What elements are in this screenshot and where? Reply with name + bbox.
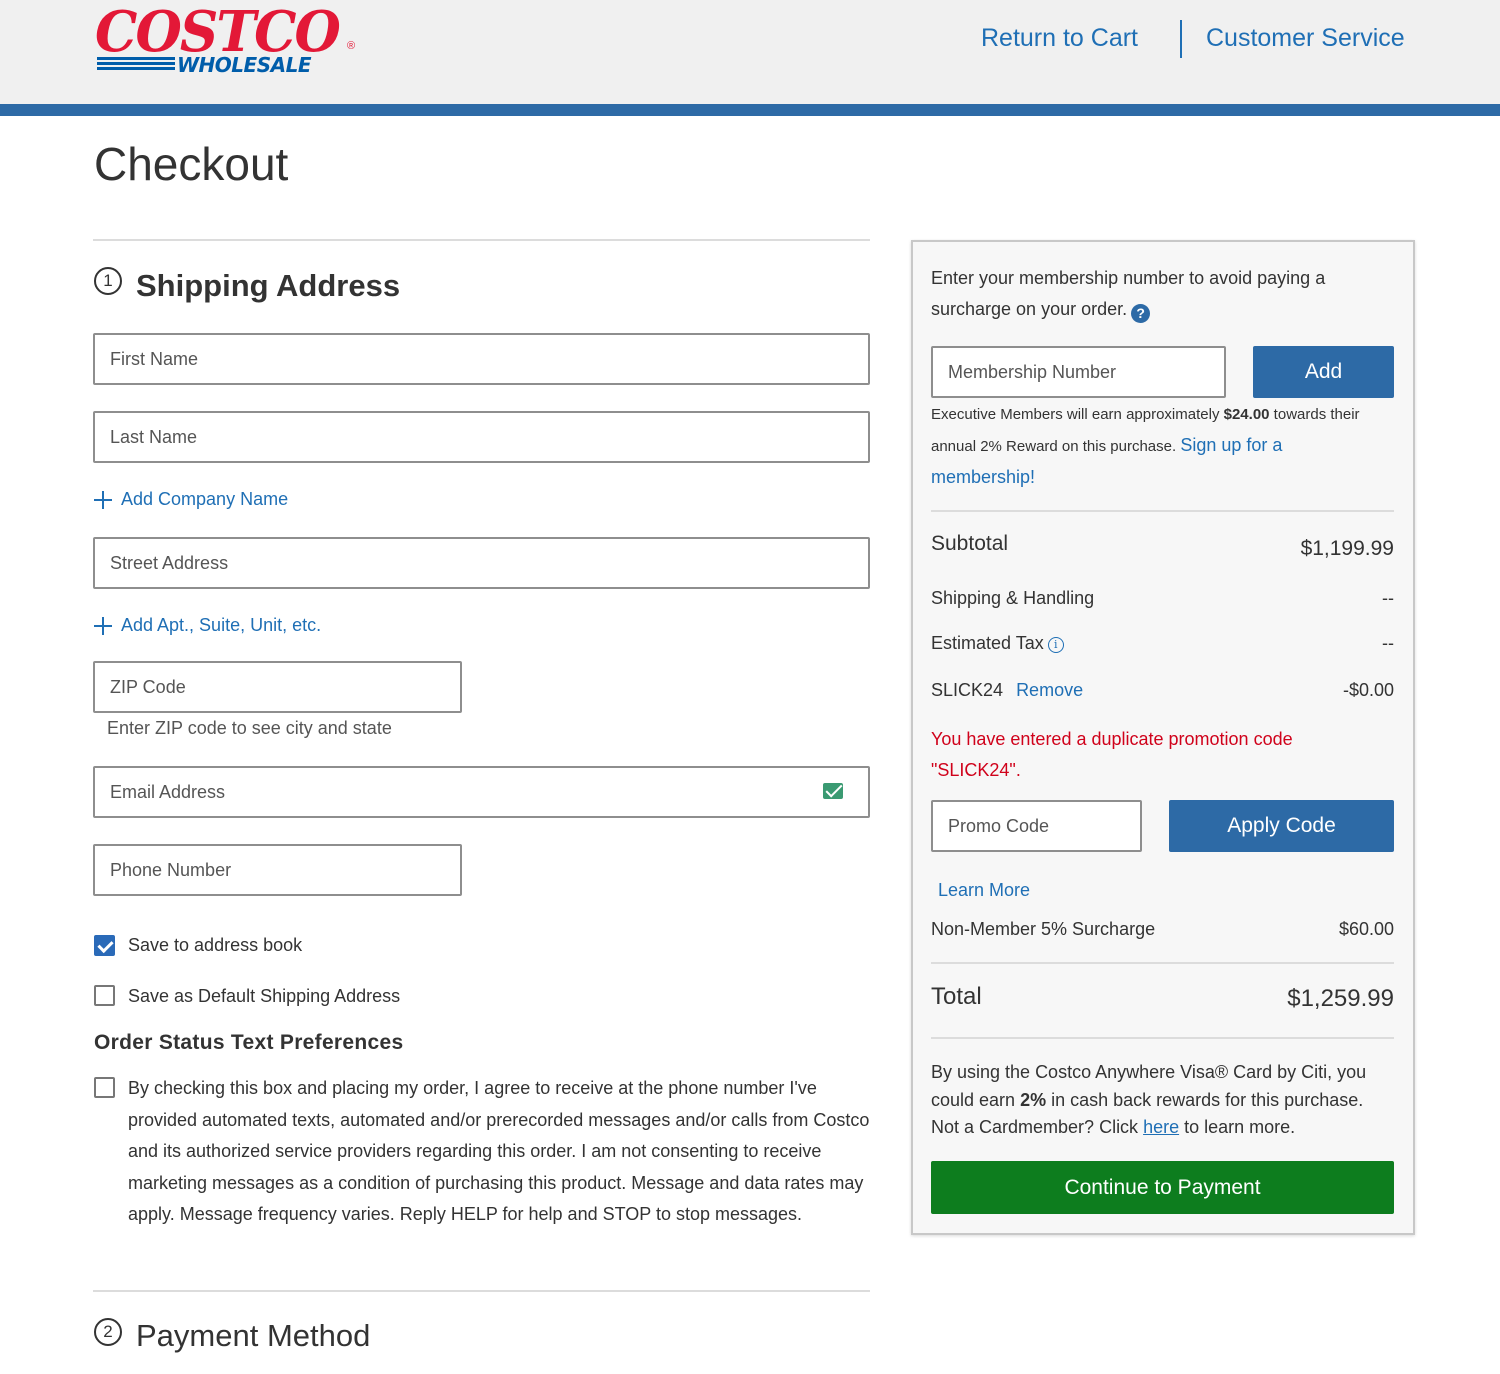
last-name-field[interactable] (93, 411, 870, 463)
apply-code-button[interactable]: Apply Code (1169, 800, 1394, 852)
learn-more-link[interactable]: Learn More (938, 880, 1030, 901)
phone-number-field[interactable] (93, 844, 462, 896)
shipping-handling-label: Shipping & Handling (931, 588, 1095, 608)
header-accent-stripe (0, 104, 1500, 116)
save-default-address-checkbox[interactable] (94, 985, 115, 1006)
info-icon[interactable]: i (1047, 637, 1064, 653)
add-apt-suite-label: Add Apt., Suite, Unit, etc. (121, 615, 322, 635)
summary-divider (931, 1037, 1394, 1039)
logo-stripes (97, 57, 175, 75)
surcharge-label: Non-Member 5% Surcharge (931, 919, 1156, 939)
continue-to-payment-button[interactable]: Continue to Payment (931, 1161, 1394, 1214)
promo-code-field[interactable] (931, 800, 1142, 852)
first-name-field[interactable] (93, 333, 870, 385)
applied-promo-row: SLICK24 Remove (931, 680, 1083, 701)
page-title: Checkout (94, 138, 289, 190)
estimated-tax-value: -- (1382, 633, 1394, 653)
logo-registered-mark: ® (347, 40, 356, 52)
add-company-name-link[interactable]: Add Company Name (93, 489, 288, 510)
logo-sub-text: WHOLESALE (177, 53, 312, 77)
return-to-cart-link[interactable]: Return to Cart (981, 24, 1138, 53)
step-number-2: 2 (94, 1318, 122, 1346)
summary-divider (931, 510, 1394, 512)
executive-member-note: Executive Members will earn approximatel… (931, 400, 1391, 494)
exec-text-1: Executive Members will earn approximatel… (931, 406, 1224, 423)
total-label: Total (931, 983, 982, 1010)
surcharge-value: $60.00 (1338, 919, 1394, 939)
section-divider (93, 239, 870, 241)
nav-divider (1180, 20, 1182, 58)
costco-logo[interactable]: COSTCO WHOLESALE ® (95, 2, 365, 80)
zip-code-field[interactable] (93, 661, 462, 713)
applied-promo-value: -$0.00 (1342, 680, 1394, 700)
membership-prompt: Enter your membership number to avoid pa… (931, 263, 1351, 325)
street-address-field[interactable] (93, 537, 870, 589)
visa-cashback-pct: 2% (1020, 1089, 1047, 1110)
save-address-book-label: Save to address book (128, 935, 303, 955)
remove-promo-link[interactable]: Remove (1016, 680, 1083, 700)
add-membership-button[interactable]: Add (1253, 346, 1394, 398)
summary-divider (931, 962, 1394, 964)
membership-prompt-text: Enter your membership number to avoid pa… (931, 268, 1326, 319)
shipping-address-title: Shipping Address (136, 268, 401, 303)
text-consent-checkbox[interactable] (94, 1077, 115, 1098)
estimated-tax-label: Estimated Tax (931, 633, 1044, 653)
step-number-1: 1 (94, 267, 122, 295)
membership-number-field[interactable] (931, 346, 1226, 398)
save-address-book-checkbox[interactable] (94, 935, 115, 956)
email-verified-icon (823, 783, 843, 799)
citi-visa-promo: By using the Costco Anywhere Visa® Card … (931, 1059, 1391, 1142)
promo-error-message: You have entered a duplicate promotion c… (931, 729, 1293, 780)
help-icon[interactable]: ? (1131, 304, 1151, 323)
section-divider (93, 1290, 870, 1292)
signup-punct: ! (1030, 467, 1036, 487)
text-consent-label: By checking this box and placing my orde… (128, 1078, 870, 1224)
exec-reward-amount: $24.00 (1223, 406, 1270, 423)
add-apt-suite-link[interactable]: Add Apt., Suite, Unit, etc. (93, 615, 321, 636)
applied-promo-code: SLICK24 (931, 680, 1004, 700)
add-company-name-label: Add Company Name (121, 489, 289, 509)
estimated-tax-row: Estimated Tax i (931, 633, 1064, 654)
payment-method-title[interactable]: Payment Method (136, 1318, 370, 1354)
top-bar: COSTCO WHOLESALE ® Return to Cart Custom… (0, 0, 1500, 104)
save-default-address-label: Save as Default Shipping Address (128, 986, 401, 1006)
visa-text-3: to learn more. (1179, 1117, 1296, 1137)
subtotal-value: $1,199.99 (1300, 537, 1394, 560)
plus-icon (93, 490, 113, 510)
email-address-field[interactable] (93, 766, 870, 818)
plus-icon (93, 616, 113, 636)
zip-code-hint: Enter ZIP code to see city and state (107, 718, 392, 738)
total-value: $1,259.99 (1287, 985, 1394, 1012)
subtotal-label: Subtotal (931, 532, 1009, 555)
customer-service-link[interactable]: Customer Service (1206, 24, 1405, 53)
order-status-text-prefs-title: Order Status Text Preferences (94, 1031, 404, 1054)
visa-here-link[interactable]: here (1143, 1117, 1179, 1137)
shipping-handling-value: -- (1382, 588, 1394, 608)
